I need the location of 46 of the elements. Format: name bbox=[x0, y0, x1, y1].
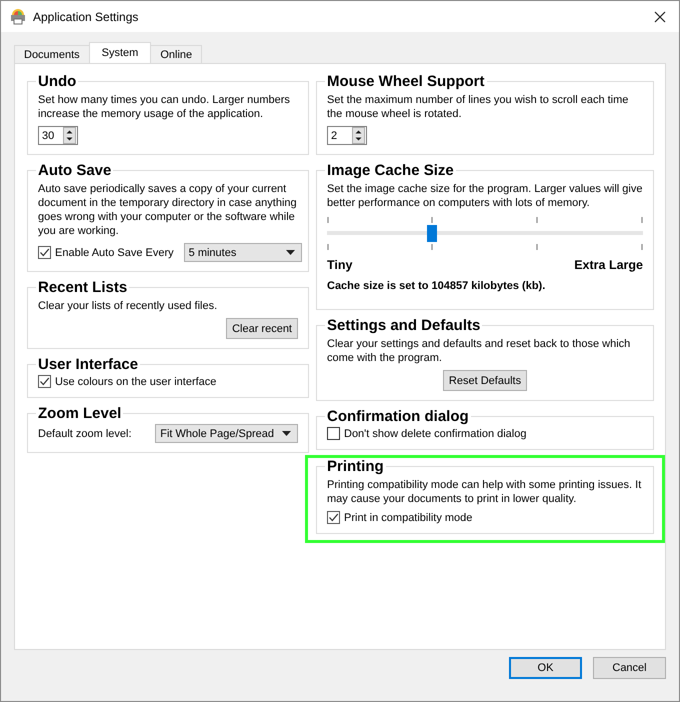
cache-size-note: Cache size is set to 104857 kilobytes (kb). bbox=[327, 280, 546, 292]
checkbox[interactable] bbox=[327, 427, 340, 440]
description: Set the image cache size for the program. Larger values will give better performance on computers with lots of memory. bbox=[327, 182, 643, 210]
description: Auto save periodically saves a copy of your current document in the temporary directory in case anything goes wrong with your computer or the software while you are working. bbox=[38, 182, 298, 238]
close-icon[interactable] bbox=[654, 10, 666, 22]
field-label: Default zoom level: bbox=[38, 428, 133, 440]
printer-icon bbox=[9, 8, 27, 26]
push-button[interactable]: Clear recent bbox=[226, 318, 298, 339]
checkbox[interactable] bbox=[327, 511, 340, 524]
scale-label: Extra Large bbox=[574, 258, 643, 272]
dropdown[interactable]: 5 minutes bbox=[184, 243, 302, 262]
group-title: Printing bbox=[326, 458, 385, 475]
number-spinner[interactable]: 2 bbox=[327, 126, 367, 145]
tab[interactable]: Online bbox=[150, 45, 202, 63]
description: Set the maximum number of lines you wish to scroll each time the mouse wheel is rotated. bbox=[327, 93, 630, 121]
caret-icon bbox=[286, 250, 295, 255]
scale-label: Tiny bbox=[327, 258, 352, 272]
group-title: Mouse Wheel Support bbox=[326, 73, 486, 90]
group-title: Zoom Level bbox=[37, 405, 122, 422]
checkbox-label: Use colours on the user interface bbox=[55, 376, 216, 388]
description: Set how many times you can undo. Larger numbers increase the memory usage of the application. bbox=[38, 93, 291, 121]
checkbox-label: Enable Auto Save Every bbox=[55, 246, 174, 258]
group-title: Confirmation dialog bbox=[326, 408, 470, 425]
checkbox[interactable] bbox=[38, 246, 51, 259]
dialog-button[interactable]: Cancel bbox=[593, 657, 666, 679]
description: Clear your settings and defaults and reset back to those which come with the program. bbox=[327, 337, 632, 365]
description: Printing compatibility mode can help with some printing issues. It may cause your documents to print in lower quality. bbox=[327, 478, 642, 506]
window-title: Application Settings bbox=[33, 10, 140, 24]
dropdown[interactable]: Fit Whole Page/Spread bbox=[155, 424, 298, 443]
checkbox-label: Print in compatibility mode bbox=[344, 512, 472, 524]
slider-thumb[interactable] bbox=[427, 225, 438, 242]
checkbox[interactable] bbox=[38, 375, 51, 388]
number-spinner[interactable]: 30 bbox=[38, 126, 78, 145]
description: Clear your lists of recently used files. bbox=[38, 299, 218, 313]
group-title: Undo bbox=[37, 73, 78, 90]
group-title: Settings and Defaults bbox=[326, 317, 482, 334]
tab[interactable]: System bbox=[88, 42, 152, 63]
dialog-button[interactable]: OK bbox=[509, 657, 582, 679]
push-button[interactable]: Reset Defaults bbox=[442, 370, 528, 391]
group-title: User Interface bbox=[37, 356, 140, 373]
checkbox-label: Don't show delete confirmation dialog bbox=[344, 428, 526, 440]
caret-icon bbox=[282, 431, 291, 436]
group-title: Image Cache Size bbox=[326, 162, 455, 179]
tab[interactable]: Documents bbox=[14, 45, 90, 63]
group-title: Recent Lists bbox=[37, 279, 128, 296]
group-title: Auto Save bbox=[37, 162, 112, 179]
